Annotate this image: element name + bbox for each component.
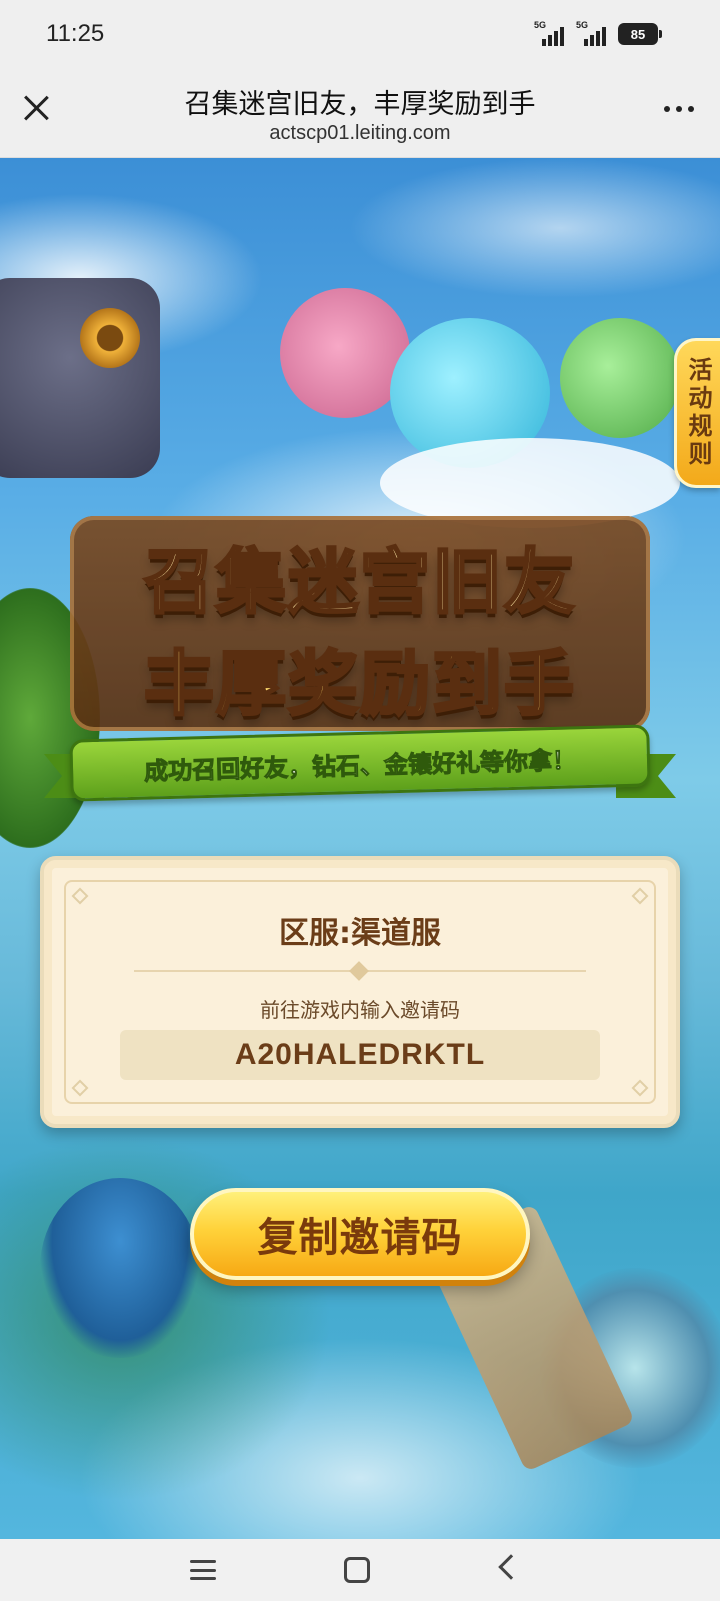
copy-button-label: 复制邀请码	[257, 1215, 463, 1261]
invite-code: A20HALEDRKTL	[234, 1038, 486, 1071]
green-creature-illustration	[560, 318, 680, 438]
headline-line-2: 丰厚奖励到手	[143, 642, 576, 727]
invite-hint: 前往游戏内输入邀请码	[260, 998, 460, 1022]
battery-icon: 85	[618, 23, 662, 45]
back-icon[interactable]	[498, 1554, 524, 1580]
system-nav-bar	[0, 1539, 720, 1601]
ribbon-text: 成功召回好友，钻石、金镶好礼等你拿！	[143, 745, 577, 786]
signal-icon: 5G	[534, 20, 568, 46]
cannon-illustration	[0, 278, 160, 478]
page-title: 召集迷宫旧友，丰厚奖励到手	[184, 89, 536, 120]
more-icon[interactable]	[664, 106, 694, 112]
home-icon[interactable]	[344, 1557, 370, 1583]
copy-invite-code-button[interactable]: 复制邀请码	[190, 1188, 530, 1280]
status-time: 11:25	[46, 20, 105, 47]
status-icons: 5G 5G 85	[534, 20, 662, 46]
cannon-muzzle-illustration	[80, 308, 140, 368]
menu-icon[interactable]	[190, 1557, 216, 1583]
headline: 召集迷宫旧友 丰厚奖励到手	[70, 516, 650, 736]
cloud-illustration	[380, 438, 680, 528]
headline-line-1: 召集迷宫旧友	[143, 540, 576, 625]
tower-illustration	[40, 1178, 200, 1358]
invite-code-box[interactable]: A20HALEDRKTL	[120, 1030, 600, 1080]
invite-card: 区服:渠道服 前往游戏内输入邀请码 A20HALEDRKTL	[40, 856, 680, 1128]
page-url: actscp01.leiting.com	[269, 122, 451, 144]
activity-page: 活动规则 召集迷宫旧友 丰厚奖励到手 成功召回好友，钻石、金镶好礼等你拿！ 区服…	[0, 158, 720, 1539]
status-bar: 11:25 5G 5G 85	[0, 0, 720, 68]
browser-header: 召集迷宫旧友，丰厚奖励到手 actscp01.leiting.com	[0, 68, 720, 158]
close-icon[interactable]	[18, 90, 54, 126]
signal-icon: 5G	[576, 20, 610, 46]
server-label: 区服:渠道服	[279, 916, 441, 951]
rules-tab-label: 活动规则	[684, 357, 712, 469]
rules-tab[interactable]: 活动规则	[674, 338, 720, 488]
